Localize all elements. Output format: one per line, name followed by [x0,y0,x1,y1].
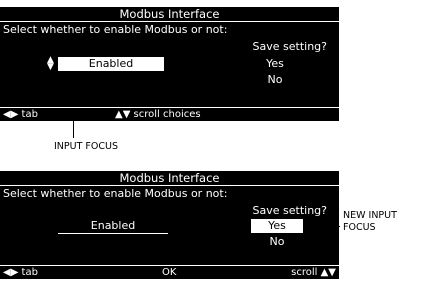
prompt-text: Select whether to enable Modbus or not: [3,187,228,200]
divider [0,185,339,186]
callout-line-input-focus [73,108,74,138]
choice-no[interactable]: No [257,235,297,248]
callout-input-focus: INPUT FOCUS [54,141,118,152]
save-setting-question: Save setting? [252,40,327,53]
screen-title: Modbus Interface [119,7,220,21]
callout-line-new-input-focus [308,226,340,227]
modbus-enable-field[interactable]: Enabled [58,219,168,234]
up-down-arrows-icon: ▲ ▼ [47,55,54,72]
choice-yes[interactable]: Yes [255,57,295,70]
footer-divider [0,265,339,266]
save-setting-question: Save setting? [252,204,327,217]
lcd-screen-after: Modbus Interface Select whether to enabl… [0,171,339,279]
footer-bar: ◀▶ tab ▲▼ scroll choices [0,109,339,121]
footer-scroll-hint: scroll ▲▼ [291,267,336,278]
prompt-text: Select whether to enable Modbus or not: [3,23,228,36]
divider [0,21,339,22]
callout-new-input-focus-line2: FOCUS [343,222,376,233]
callout-new-input-focus-line1: NEW INPUT [343,210,397,221]
choice-yes[interactable]: Yes [251,219,303,233]
screen-title: Modbus Interface [119,171,220,185]
footer-divider [0,107,339,108]
footer-bar: ◀▶ tab OK scroll ▲▼ [0,267,339,279]
choice-no[interactable]: No [255,73,295,86]
footer-tab-hint: ◀▶ tab [3,267,38,278]
footer-tab-hint: ◀▶ tab [3,109,38,120]
footer-ok-hint: OK [162,267,177,278]
modbus-enable-select[interactable]: Enabled [58,57,164,71]
footer-scroll-hint: ▲▼ scroll choices [115,109,201,120]
lcd-screen-before: Modbus Interface Select whether to enabl… [0,7,339,121]
